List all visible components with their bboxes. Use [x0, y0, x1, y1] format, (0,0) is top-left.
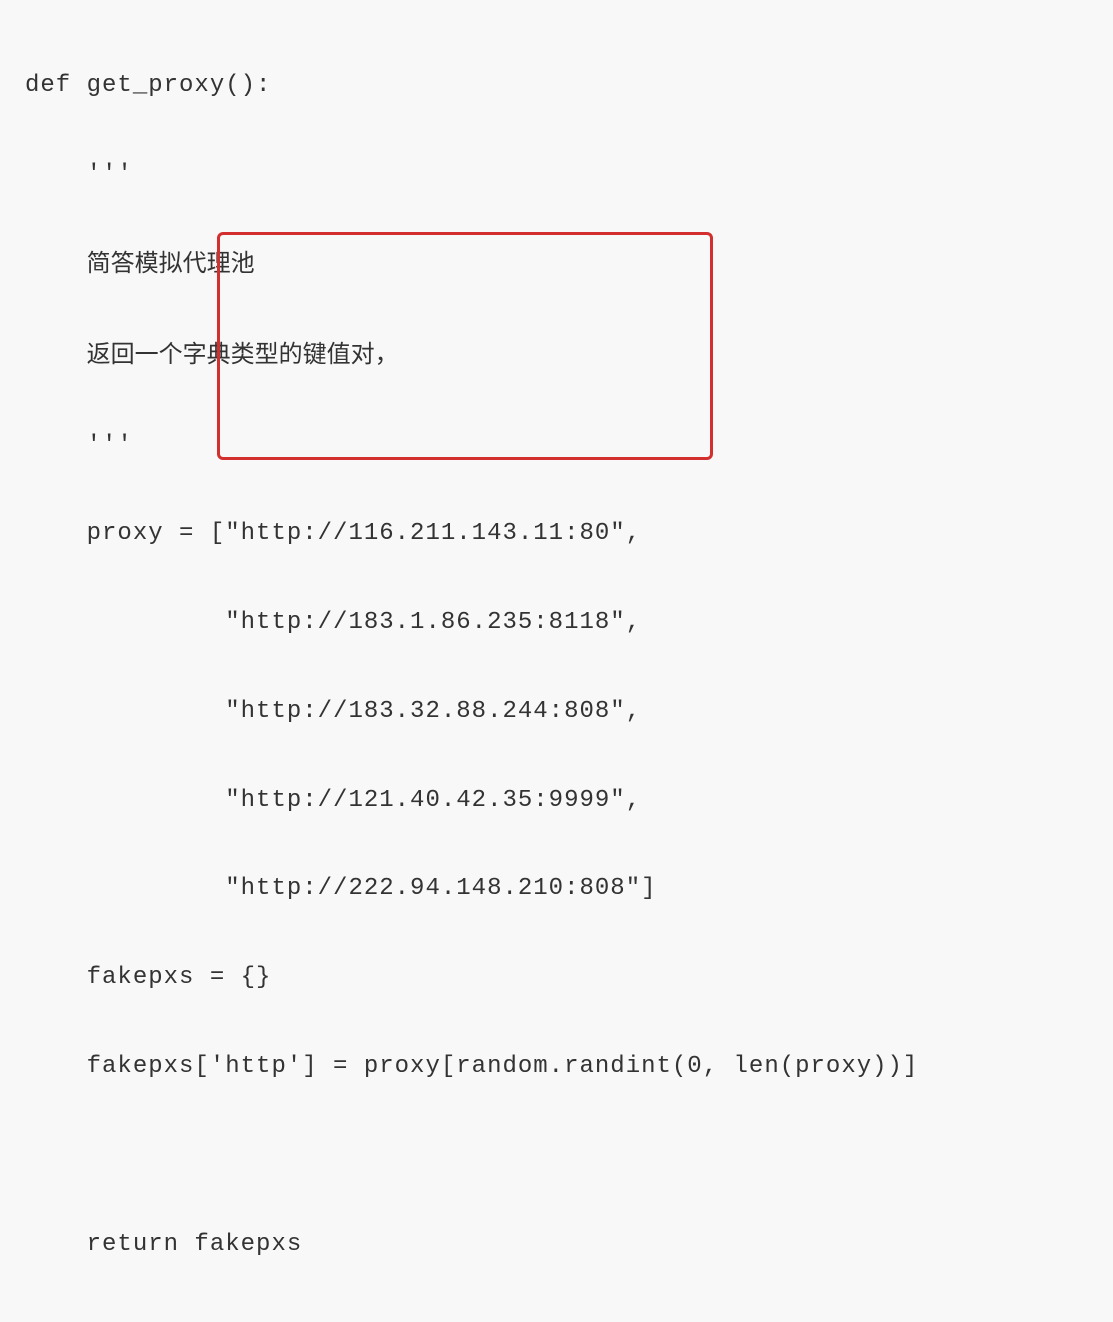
code-line-fakepxs-assign: fakepxs['http'] = proxy[random.randint(0… — [25, 1045, 1088, 1089]
code-line-proxy-3: "http://183.32.88.244:808", — [25, 690, 1088, 734]
code-line-proxy-5: "http://222.94.148.210:808"] — [25, 867, 1088, 911]
code-line-docstring-open: ''' — [25, 153, 1088, 197]
code-line-def: def get_proxy(): — [25, 64, 1088, 108]
code-line-return: return fakepxs — [25, 1223, 1088, 1267]
code-line-blank — [25, 1134, 1088, 1178]
code-line-proxy-2: "http://183.1.86.235:8118", — [25, 601, 1088, 645]
code-block: def get_proxy(): ''' 简答模拟代理池 返回一个字典类型的键值… — [25, 20, 1088, 1322]
code-line-docstring-close: ''' — [25, 424, 1088, 468]
code-line-proxy-1: proxy = ["http://116.211.143.11:80", — [25, 512, 1088, 556]
code-line-proxy-4: "http://121.40.42.35:9999", — [25, 779, 1088, 823]
code-line-fakepxs-init: fakepxs = {} — [25, 956, 1088, 1000]
code-line-comment-2: 返回一个字典类型的键值对， — [25, 333, 1088, 379]
code-line-comment-1: 简答模拟代理池 — [25, 242, 1088, 288]
